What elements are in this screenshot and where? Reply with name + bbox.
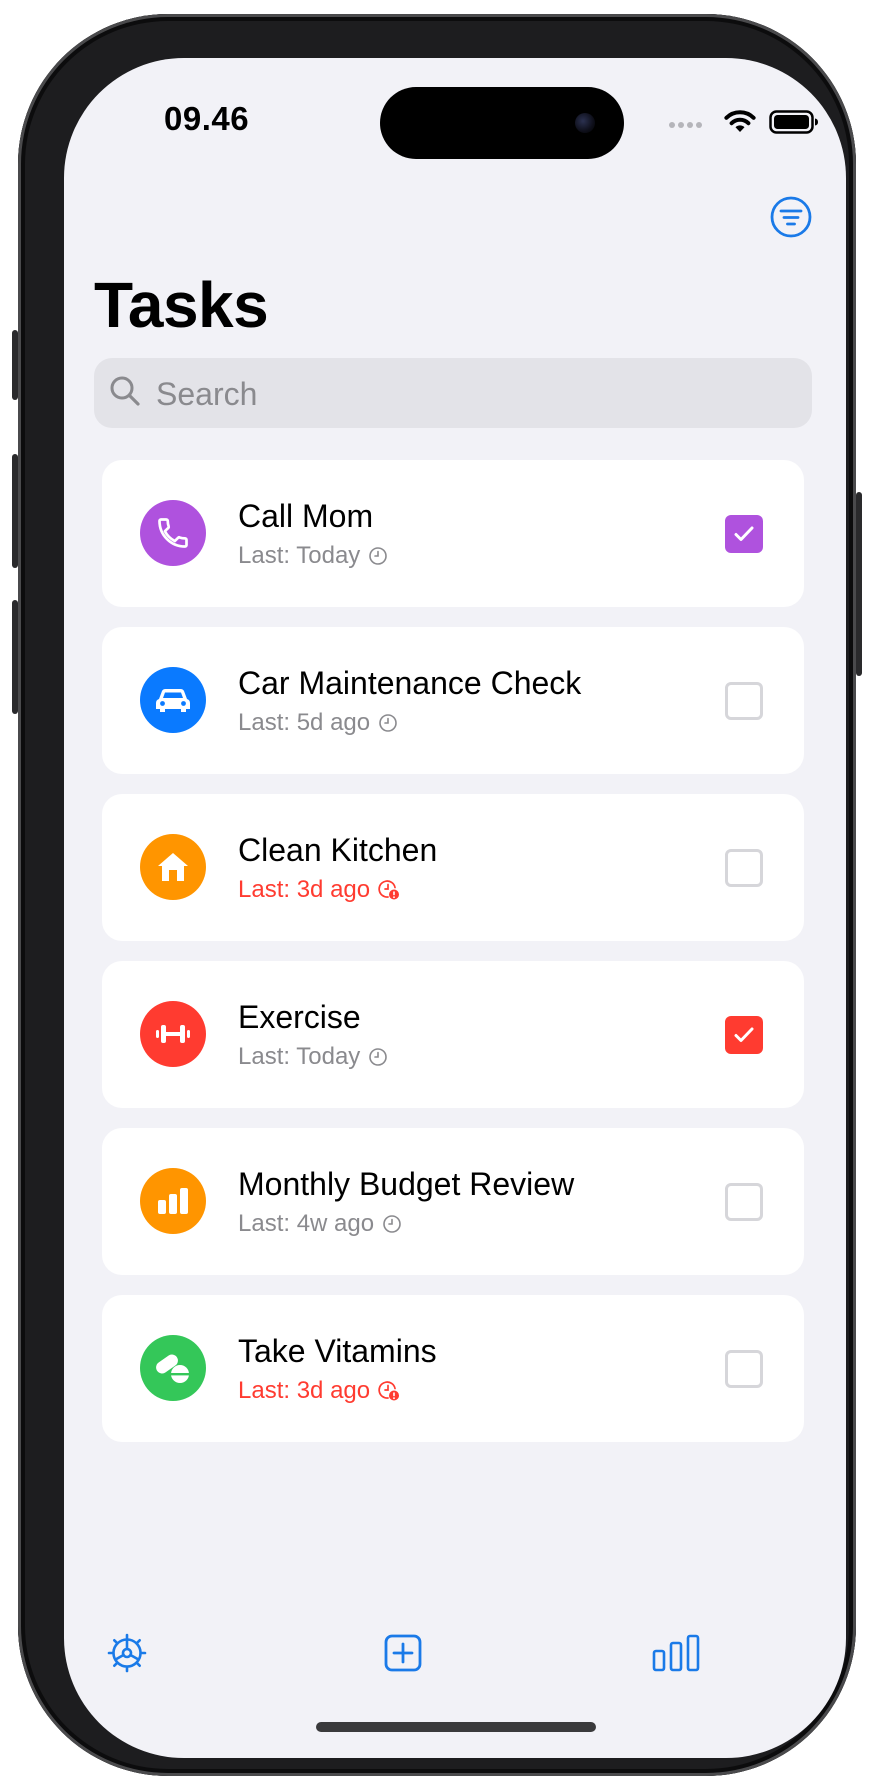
statistics-button[interactable] — [650, 1628, 702, 1678]
task-name: Monthly Budget Review — [238, 1166, 575, 1202]
clock-icon — [369, 1048, 388, 1066]
phone-icon — [158, 518, 188, 548]
clock-icon — [379, 714, 397, 732]
bar-chart-icon — [652, 1634, 700, 1672]
checkmark-icon — [734, 1027, 754, 1042]
overdue-clock-icon — [378, 1381, 400, 1401]
task-checkbox[interactable] — [725, 515, 763, 553]
status-time: 09.46 — [164, 100, 250, 137]
task-card[interactable]: Call Mom Last: Today — [102, 460, 804, 607]
filter-icon — [770, 196, 812, 238]
task-checkbox[interactable] — [725, 682, 763, 720]
pills-icon — [156, 1354, 189, 1383]
task-card[interactable]: Monthly Budget Review Last: 4w ago — [102, 1128, 804, 1275]
screen: 09.46 Tasks Search Call Mom Last: Today … — [64, 58, 846, 1758]
task-checkbox[interactable] — [725, 1183, 763, 1221]
filter-button[interactable] — [769, 195, 813, 239]
task-category-badge — [140, 500, 206, 566]
task-last-done: Last: 3d ago — [238, 876, 400, 904]
page-title: Tasks — [94, 269, 269, 341]
task-card[interactable]: Exercise Last: Today — [102, 961, 804, 1108]
task-last-label: Last: Today — [238, 1043, 361, 1070]
task-name: Clean Kitchen — [238, 832, 438, 868]
task-last-label: Last: 3d ago — [238, 1377, 371, 1404]
add-task-button[interactable] — [378, 1628, 428, 1678]
house-icon — [158, 853, 188, 881]
task-category-badge — [140, 1001, 206, 1067]
task-last-done: Last: Today — [238, 542, 388, 570]
cellular-signal-icon — [669, 122, 709, 128]
power-button — [856, 492, 862, 676]
search-icon — [110, 376, 140, 406]
task-name: Take Vitamins — [238, 1333, 437, 1369]
checkmark-icon — [734, 526, 754, 541]
task-last-done: Last: 3d ago — [238, 1377, 400, 1405]
status-icons — [669, 108, 839, 138]
gear-icon — [107, 1633, 147, 1673]
task-last-done: Last: 4w ago — [238, 1210, 402, 1238]
task-checkbox[interactable] — [725, 1350, 763, 1388]
action-button — [12, 330, 18, 400]
task-last-label: Last: 5d ago — [238, 709, 371, 736]
task-card[interactable]: Take Vitamins Last: 3d ago — [102, 1295, 804, 1442]
search-bar[interactable] — [94, 358, 812, 430]
clock-icon — [383, 1215, 401, 1233]
battery-icon — [769, 110, 818, 134]
bottom-toolbar — [64, 1628, 846, 1688]
task-name: Car Maintenance Check — [238, 665, 582, 701]
task-checkbox[interactable] — [725, 1016, 763, 1054]
task-category-badge — [140, 667, 206, 733]
task-last-done: Last: Today — [238, 1043, 388, 1071]
task-last-done: Last: 5d ago — [238, 709, 398, 737]
search-input[interactable] — [154, 358, 798, 430]
settings-button[interactable] — [102, 1628, 152, 1678]
task-list: Call Mom Last: Today Car Maintenance Che… — [102, 460, 804, 1462]
task-category-badge — [140, 834, 206, 900]
task-name: Call Mom — [238, 498, 374, 534]
overdue-clock-icon — [378, 880, 400, 900]
plus-square-icon — [384, 1634, 422, 1672]
dumbbell-icon — [156, 1025, 190, 1043]
task-last-label: Last: Today — [238, 542, 361, 569]
task-last-label: Last: 3d ago — [238, 876, 371, 903]
car-icon — [156, 689, 190, 712]
task-category-badge — [140, 1168, 206, 1234]
task-card[interactable]: Clean Kitchen Last: 3d ago — [102, 794, 804, 941]
clock-icon — [369, 547, 388, 565]
phone-frame: 09.46 Tasks Search Call Mom Last: Today … — [12, 14, 862, 1776]
task-category-badge — [140, 1335, 206, 1401]
task-last-label: Last: 4w ago — [238, 1210, 375, 1237]
front-camera — [575, 113, 595, 133]
task-card[interactable]: Car Maintenance Check Last: 5d ago — [102, 627, 804, 774]
volume-down-button — [12, 600, 18, 714]
bar-chart-icon — [158, 1188, 188, 1214]
task-name: Exercise — [238, 999, 361, 1035]
volume-up-button — [12, 454, 18, 568]
home-indicator[interactable] — [316, 1722, 596, 1732]
dynamic-island — [380, 87, 624, 159]
wifi-icon — [724, 110, 756, 132]
task-checkbox[interactable] — [725, 849, 763, 887]
